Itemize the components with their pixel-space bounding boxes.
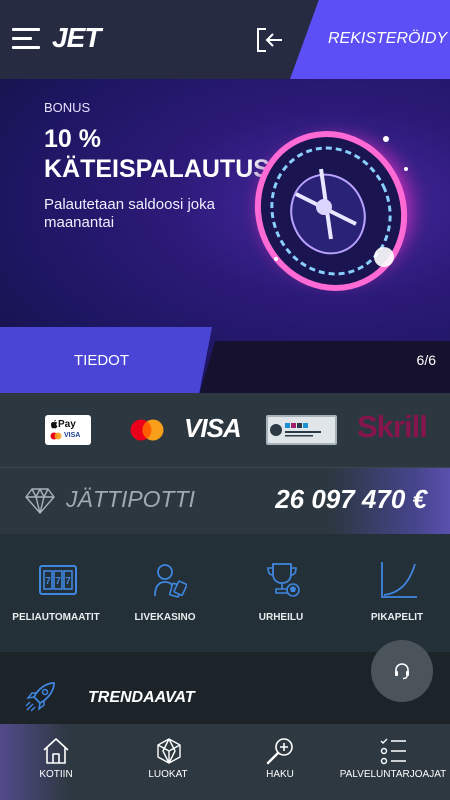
- category-fast-games[interactable]: PIKAPELIT: [341, 534, 450, 652]
- hamburger-menu-icon[interactable]: [12, 28, 40, 50]
- register-label: REKISTERÖIDY: [328, 30, 448, 47]
- trending-label: TRENDAAVAT: [88, 689, 195, 706]
- apple-pay-logo: Pay VISA: [45, 415, 91, 445]
- nav-label: KOTIIN: [39, 769, 73, 780]
- jackpot-label: JÄTTIPOTTI: [66, 486, 196, 512]
- category-slots[interactable]: 7 7 7 PELIAUTOMAATIT: [0, 534, 112, 652]
- jackpot-value: 26 097 470 €: [275, 484, 427, 514]
- category-label: LIVEKASINO: [134, 612, 196, 623]
- roulette-wheel-image: [238, 117, 434, 299]
- mastercard-logo: [130, 419, 164, 441]
- category-label: URHEILU: [258, 612, 304, 623]
- category-live-casino[interactable]: LIVEKASINO: [109, 534, 221, 652]
- support-chat-button[interactable]: [371, 640, 433, 702]
- skrill-logo: Skrill: [357, 409, 428, 444]
- slide-bar: [200, 341, 450, 393]
- svg-text:7: 7: [45, 576, 51, 587]
- apple-pay-visa: VISA: [64, 432, 81, 439]
- register-button[interactable]: REKISTERÖIDY: [290, 0, 450, 79]
- rocket-icon: [25, 682, 55, 712]
- category-label: PIKAPELIT: [370, 612, 424, 623]
- banner-subtitle: Palautetaan saldoosi joka maanantai: [44, 196, 215, 231]
- banner-eyebrow: BONUS: [44, 100, 91, 115]
- visa-logo: VISA: [184, 413, 242, 443]
- rapid-transfer-logo: [266, 415, 337, 445]
- search-icon: [266, 738, 293, 765]
- svg-text:7: 7: [55, 576, 61, 587]
- trophy-icon: [267, 563, 300, 597]
- nav-home[interactable]: KOTIIN: [0, 724, 112, 800]
- jet-logo[interactable]: JET: [52, 22, 101, 54]
- slot-machine-icon: 7 7 7: [39, 565, 77, 595]
- nav-search[interactable]: HAKU: [224, 724, 336, 800]
- chart-curve-icon: [381, 562, 417, 598]
- live-dealer-icon: [154, 564, 187, 598]
- headset-icon: [395, 663, 409, 680]
- nav-label: LUOKAT: [148, 769, 188, 780]
- jackpot-bar[interactable]: JÄTTIPOTTI 26 097 470 €: [0, 467, 450, 535]
- bottom-navigation: KOTIIN LUOKAT HAKU PALVELUNTARJOAJAT: [0, 724, 450, 800]
- category-row: 7 7 7 PELIAUTOMAATIT LIVEKASINO URHEILU …: [0, 534, 450, 652]
- category-label: PELIAUTOMAATIT: [12, 612, 100, 623]
- category-sports[interactable]: URHEILU: [225, 534, 337, 652]
- payment-methods-strip: Pay VISA VISA Skrill: [0, 393, 450, 467]
- apple-pay-label: Pay: [58, 419, 76, 430]
- details-label: TIEDOT: [74, 352, 129, 369]
- details-button[interactable]: TIEDOT: [0, 327, 212, 393]
- nav-categories[interactable]: LUOKAT: [112, 724, 224, 800]
- svg-text:7: 7: [65, 576, 71, 587]
- nav-providers[interactable]: PALVELUNTARJOAJAT: [336, 724, 450, 800]
- home-icon: [43, 738, 69, 764]
- nav-label: HAKU: [266, 769, 294, 780]
- providers-list-icon: [380, 738, 406, 765]
- top-header: JET REKISTERÖIDY: [0, 0, 450, 79]
- dice-icon: [157, 738, 181, 764]
- promo-banner[interactable]: BONUS 10 % KÄTEISPALAUTUS Palautetaan sa…: [0, 79, 450, 393]
- slide-counter: 6/6: [416, 352, 436, 368]
- diamond-icon: [25, 488, 55, 514]
- login-icon[interactable]: [255, 26, 285, 54]
- mini-mastercard-icon: [50, 432, 62, 440]
- apple-icon: [51, 419, 58, 429]
- nav-label: PALVELUNTARJOAJAT: [339, 769, 447, 780]
